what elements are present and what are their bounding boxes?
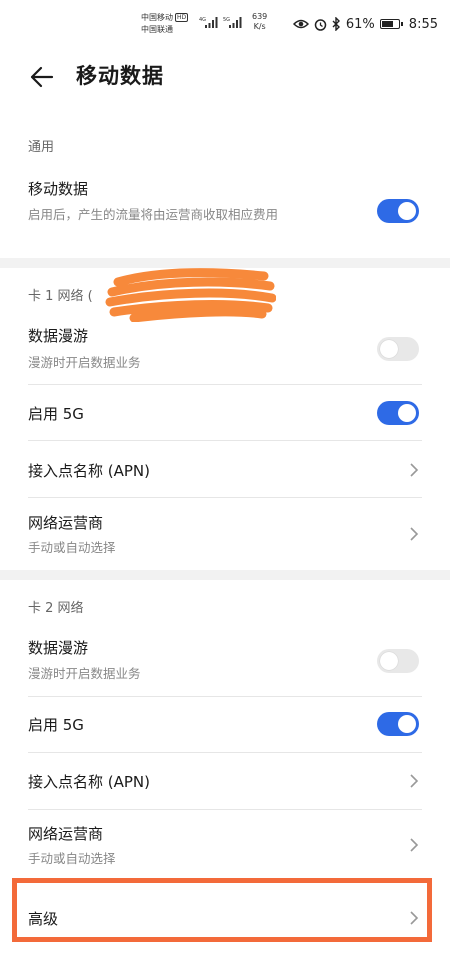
section-label-sim2: 卡 2 网络 [28, 601, 84, 616]
eye-icon [292, 19, 309, 29]
signal-5g-icon: 5G [223, 17, 242, 28]
clock: 8:55 [408, 16, 438, 32]
app-bar: 移动数据 [0, 50, 450, 106]
mobile-data-toggle[interactable] [377, 199, 419, 223]
carrier2-name: 中国联通 [141, 25, 173, 34]
row-title: 启用 5G [28, 405, 84, 423]
row-title: 启用 5G [28, 716, 84, 734]
row-title: 数据漫游 [28, 327, 89, 345]
row-subtitle: 手动或自动选择 [28, 851, 116, 866]
status-bar: 中国移动 HD 中国联通 4G 5G 639 K/s 61% 8:55 [0, 0, 450, 44]
battery-icon [379, 19, 403, 29]
row-subtitle: 漫游时开启数据业务 [28, 666, 141, 681]
row-title: 网络运营商 [28, 825, 104, 843]
page-title: 移动数据 [76, 64, 164, 88]
network-speed: 639 K/s [252, 12, 267, 32]
row-subtitle: 手动或自动选择 [28, 540, 116, 555]
row-divider [28, 440, 422, 441]
speed-unit: K/s [253, 22, 266, 31]
section-divider [0, 570, 450, 580]
svg-text:5G: 5G [223, 17, 230, 23]
battery-percent: 61% [345, 16, 375, 32]
section-label-sim1: 卡 1 网络 ( [28, 289, 93, 304]
section-label-general: 通用 [28, 140, 55, 155]
row-divider [28, 497, 422, 498]
row-subtitle: 启用后，产生的流量将由运营商收取相应费用 [28, 207, 279, 222]
arrow-left-icon[interactable] [28, 63, 56, 91]
svg-text:4G: 4G [199, 17, 206, 23]
sim2-5g-toggle[interactable] [377, 712, 419, 736]
bluetooth-icon [332, 17, 340, 31]
highlight-box [12, 878, 432, 942]
row-divider [28, 752, 422, 753]
chevron-right-icon [410, 774, 419, 788]
chevron-right-icon [410, 838, 419, 852]
sim1-roaming-toggle[interactable] [377, 337, 419, 361]
row-divider [28, 384, 422, 385]
sim1-5g-toggle[interactable] [377, 401, 419, 425]
hd-badge: HD [175, 13, 189, 22]
chevron-right-icon [410, 527, 419, 541]
chevron-right-icon [410, 463, 419, 477]
sim2-roaming-toggle[interactable] [377, 649, 419, 673]
alarm-icon [314, 18, 327, 31]
row-title: 网络运营商 [28, 514, 104, 532]
row-subtitle: 漫游时开启数据业务 [28, 355, 141, 370]
row-divider [28, 696, 422, 697]
row-title: 移动数据 [28, 180, 89, 198]
status-icons: 61% 8:55 [292, 16, 438, 32]
signal-4g-icon: 4G [199, 17, 218, 28]
row-title: 接入点名称 (APN) [28, 773, 151, 791]
redaction-scribble [105, 268, 276, 322]
row-title: 接入点名称 (APN) [28, 462, 151, 480]
carrier-info: 中国移动 HD 中国联通 [141, 12, 189, 36]
row-divider [28, 809, 422, 810]
carrier1-name: 中国移动 [141, 13, 173, 22]
speed-value: 639 [252, 12, 268, 21]
row-title: 数据漫游 [28, 639, 89, 657]
